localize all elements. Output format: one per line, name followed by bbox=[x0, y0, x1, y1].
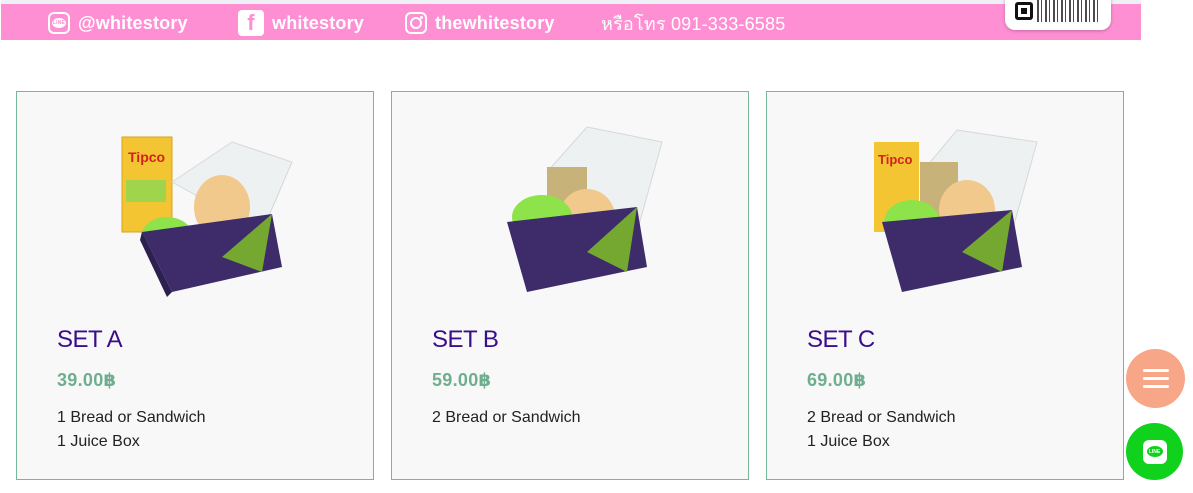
menu-button[interactable] bbox=[1126, 349, 1185, 408]
product-card-set-a[interactable]: Tipco SET A 39.00฿ 1 Bread or Sandwich 1… bbox=[16, 91, 374, 480]
description-line: 1 Juice Box bbox=[807, 433, 890, 450]
qr-code-icon bbox=[1015, 2, 1033, 20]
instagram-icon bbox=[405, 12, 427, 34]
product-description: 2 Bread or Sandwich 1 Juice Box bbox=[807, 406, 956, 454]
line-chat-icon: LINE bbox=[1142, 439, 1167, 464]
description-line: 2 Bread or Sandwich bbox=[807, 409, 956, 426]
snack-box-image: Tipco bbox=[874, 129, 1038, 292]
product-description: 1 Bread or Sandwich 1 Juice Box bbox=[57, 406, 206, 454]
facebook-contact[interactable]: f whitestory bbox=[238, 10, 365, 36]
line-chat-button[interactable]: LINE bbox=[1126, 423, 1183, 480]
qr-code-card bbox=[1005, 0, 1111, 30]
facebook-name: whitestory bbox=[272, 12, 365, 33]
description-line: 2 Bread or Sandwich bbox=[432, 409, 581, 426]
svg-text:Tipco: Tipco bbox=[128, 149, 165, 165]
product-price: 69.00฿ bbox=[807, 370, 867, 390]
qr-code-pattern bbox=[1037, 0, 1101, 22]
product-description: 2 Bread or Sandwich bbox=[432, 406, 581, 430]
phone-contact[interactable]: หรือโทร 091-333-6585 bbox=[601, 12, 785, 34]
line-id: @whitestory bbox=[78, 12, 188, 33]
product-title[interactable]: SET B bbox=[432, 326, 499, 354]
line-contact[interactable]: LINE @whitestory bbox=[48, 12, 188, 34]
svg-text:Tipco: Tipco bbox=[878, 152, 912, 167]
menu-icon bbox=[1142, 369, 1169, 372]
instagram-contact[interactable]: thewhitestory bbox=[405, 12, 555, 34]
product-title[interactable]: SET A bbox=[57, 326, 123, 354]
line-icon: LINE bbox=[48, 12, 70, 34]
contact-bar: LINE @whitestory f whitestory thewhitest… bbox=[1, 4, 1141, 40]
product-card-set-c[interactable]: Tipco SET C 69.00฿ 2 Bread or Sandwich 1… bbox=[766, 91, 1124, 480]
product-price: 59.00฿ bbox=[432, 370, 492, 390]
snack-box-image bbox=[507, 126, 663, 292]
description-line: 1 Bread or Sandwich bbox=[57, 409, 206, 426]
product-card-set-b[interactable]: SET B 59.00฿ 2 Bread or Sandwich bbox=[391, 91, 749, 480]
snack-box-image: Tipco bbox=[121, 136, 293, 297]
instagram-name: thewhitestory bbox=[435, 12, 555, 33]
product-price: 39.00฿ bbox=[57, 370, 117, 390]
facebook-icon: f bbox=[238, 10, 264, 36]
description-line: 1 Juice Box bbox=[57, 433, 140, 450]
product-title[interactable]: SET C bbox=[807, 326, 875, 354]
